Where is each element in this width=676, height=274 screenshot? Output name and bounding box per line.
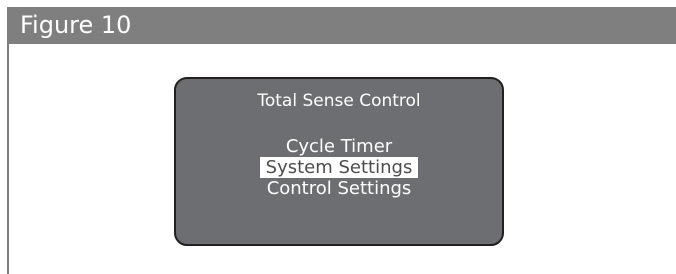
screen-title: Total Sense Control	[257, 91, 421, 111]
screen-menu: Cycle Timer System Settings Control Sett…	[176, 136, 502, 199]
figure-header: Figure 10	[7, 7, 676, 44]
menu-item-cycle-timer[interactable]: Cycle Timer	[176, 136, 502, 157]
menu-item-control-settings[interactable]: Control Settings	[176, 178, 502, 199]
figure-title: Figure 10	[20, 11, 132, 39]
menu-item-system-settings[interactable]: System Settings	[259, 157, 419, 178]
figure-frame: Figure 10 Total Sense Control Cycle Time…	[7, 7, 676, 274]
control-display-screen: Total Sense Control Cycle Timer System S…	[174, 77, 504, 246]
